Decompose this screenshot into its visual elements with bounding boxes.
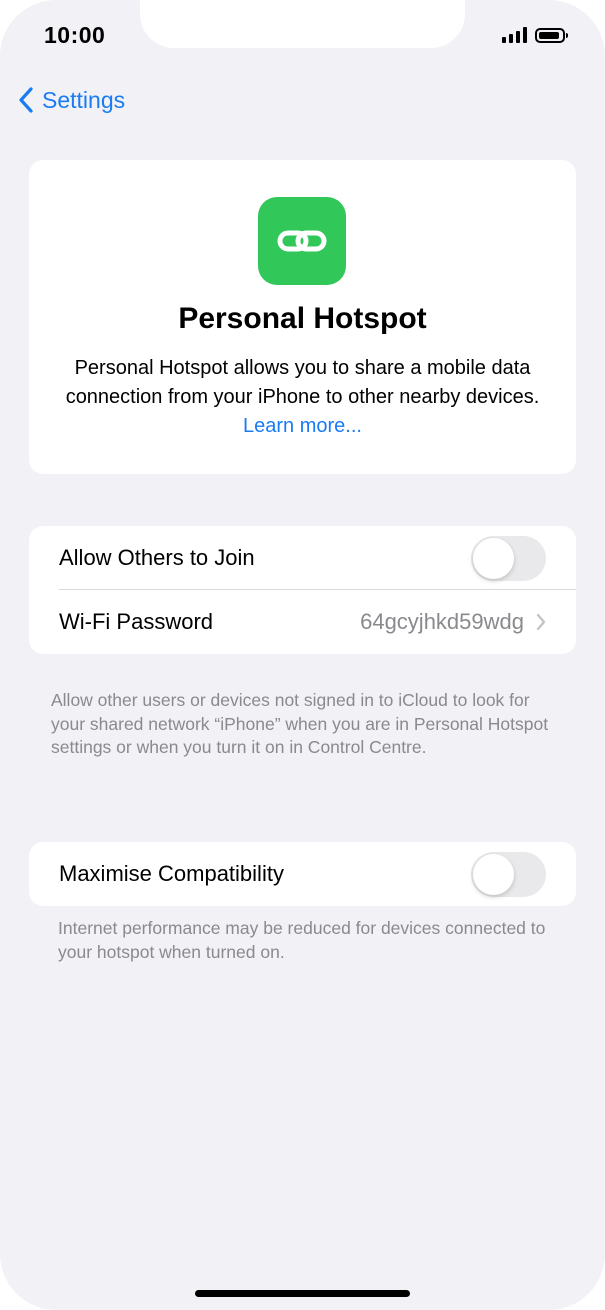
back-label: Settings [42, 86, 126, 113]
wifi-password-row[interactable]: Wi-Fi Password 64gcyjhkd59wdg [29, 590, 576, 654]
cellular-signal-icon [502, 27, 527, 43]
allow-others-footnote: Allow other users or devices not signed … [51, 690, 549, 757]
page-title: Personal Hotspot [178, 302, 427, 335]
home-indicator[interactable] [195, 1290, 410, 1297]
hotspot-info-card: Personal Hotspot Personal Hotspot allows… [29, 160, 576, 474]
wifi-password-label: Wi-Fi Password [59, 609, 214, 634]
status-indicators [502, 27, 568, 43]
allow-others-label: Allow Others to Join [59, 545, 255, 570]
allow-others-row: Allow Others to Join [29, 526, 576, 590]
toggle-knob [473, 853, 514, 895]
battery-fill [539, 31, 559, 39]
chevron-left-icon [19, 87, 33, 113]
maximise-compatibility-row: Maximise Compatibility [29, 842, 576, 906]
phone-screen: 10:00 Settings Personal Hotspot Personal… [0, 0, 605, 1310]
link-icon [258, 197, 346, 285]
status-time: 10:00 [44, 22, 106, 48]
notch [140, 0, 465, 48]
description-text: Personal Hotspot allows you to share a m… [65, 357, 540, 408]
toggle-knob [473, 537, 514, 579]
back-button[interactable]: Settings [18, 86, 125, 114]
learn-more-link[interactable]: Learn more... [243, 415, 362, 437]
wifi-password-value: 64gcyjhkd59wdg [360, 609, 524, 634]
chevron-right-icon [536, 613, 546, 631]
battery-icon [535, 27, 568, 43]
allow-others-toggle[interactable] [471, 535, 546, 581]
hotspot-description: Personal Hotspot allows you to share a m… [59, 354, 546, 441]
hotspot-settings-group: Allow Others to Join Wi-Fi Password 64gc… [29, 526, 576, 654]
maximise-compatibility-footnote: Internet performance may be reduced for … [58, 918, 546, 962]
maximise-compatibility-label: Maximise Compatibility [59, 861, 284, 886]
maximise-compatibility-toggle[interactable] [471, 851, 546, 897]
compatibility-group: Maximise Compatibility [29, 842, 576, 906]
